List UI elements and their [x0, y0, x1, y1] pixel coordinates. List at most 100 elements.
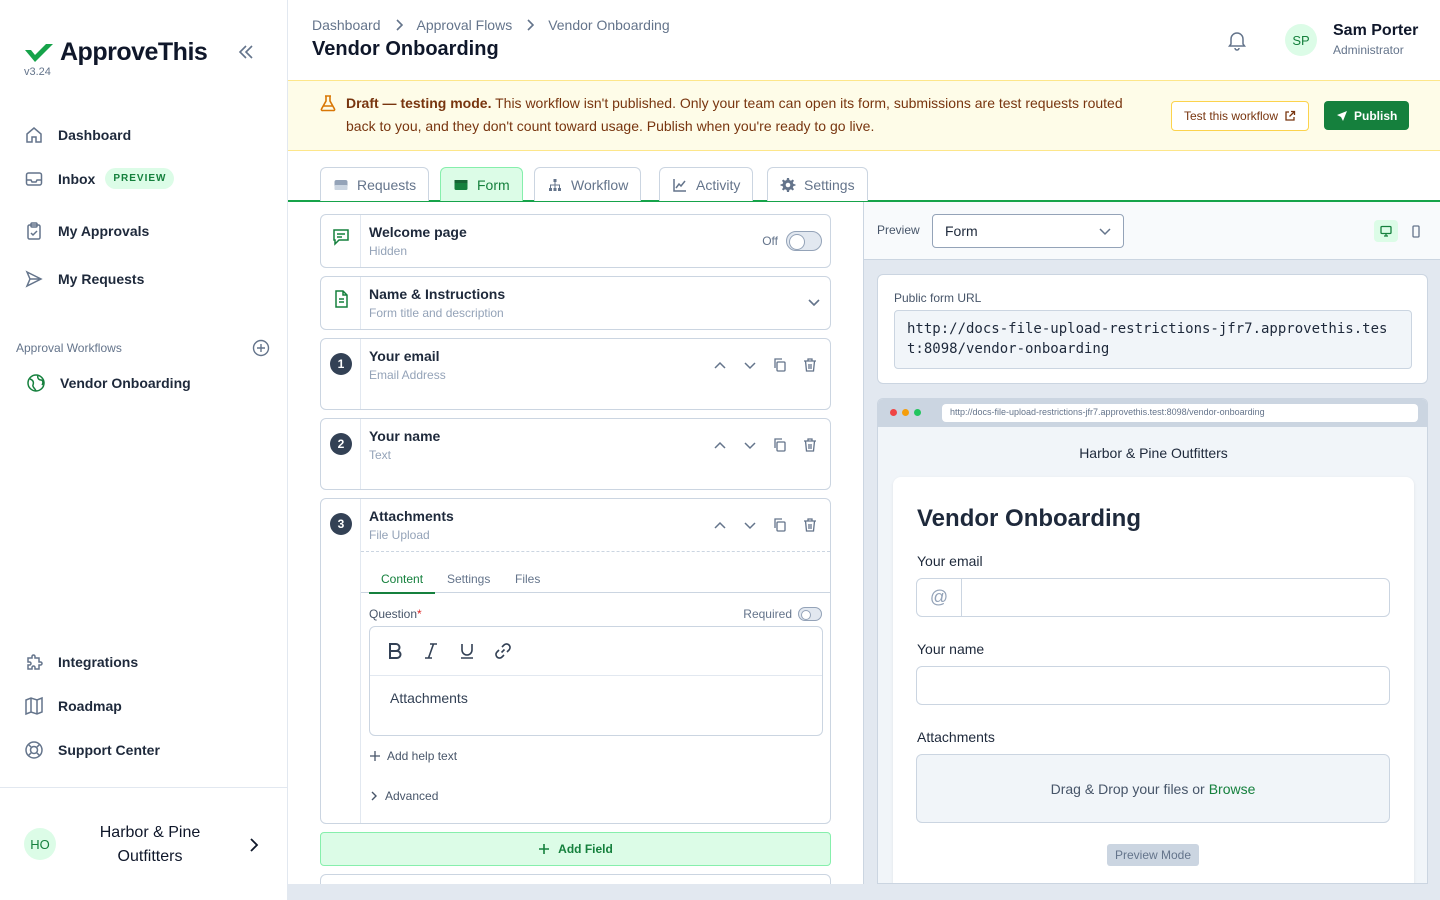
chevron-right-icon — [248, 838, 260, 852]
rocket-icon — [1337, 110, 1347, 121]
italic-icon[interactable] — [422, 642, 440, 660]
copy-icon[interactable] — [772, 518, 788, 532]
breadcrumb-approval-flows[interactable]: Approval Flows — [417, 17, 513, 33]
question-text[interactable]: Attachments — [370, 676, 822, 720]
flask-icon — [319, 94, 337, 112]
tab-activity[interactable]: Activity — [659, 167, 754, 201]
field-card-email[interactable]: 1 Your email Email Address — [320, 338, 831, 410]
browse-link[interactable]: Browse — [1209, 781, 1256, 797]
tab-label: Settings — [804, 176, 855, 193]
breadcrumb-dashboard[interactable]: Dashboard — [312, 17, 381, 33]
user-name[interactable]: Sam Porter — [1333, 22, 1418, 40]
add-help-text-label: Add help text — [387, 749, 458, 763]
field-number: 3 — [330, 513, 352, 535]
field-type: Email Address — [369, 368, 446, 382]
subtab-files[interactable]: Files — [515, 572, 540, 586]
sidebar-item-my-approvals[interactable]: My Approvals — [24, 221, 149, 241]
public-url-card: Public form URL http://docs-file-upload-… — [877, 274, 1428, 384]
welcome-toggle-group: Off — [762, 231, 822, 251]
tab-settings[interactable]: Settings — [767, 167, 868, 201]
test-workflow-button[interactable]: Test this workflow — [1171, 101, 1310, 131]
drop-text: Drag & Drop your files or — [1050, 780, 1205, 797]
copy-icon[interactable] — [772, 358, 788, 372]
chevron-down-icon[interactable] — [742, 518, 758, 532]
public-url-field[interactable]: http://docs-file-upload-restrictions-jfr… — [894, 310, 1412, 369]
welcome-page-card[interactable]: Welcome page Hidden Off — [320, 214, 831, 268]
preview-toolbar: Preview Form — [864, 202, 1440, 260]
tab-workflow[interactable]: Workflow — [534, 167, 642, 201]
add-workflow-icon[interactable] — [252, 339, 270, 357]
preview-label: Preview — [877, 223, 920, 237]
advanced-toggle[interactable]: Advanced — [369, 789, 438, 803]
sidebar: ApproveThis v3.24 Dashboard Inbox PREVIE… — [0, 0, 288, 900]
desktop-preview-icon[interactable] — [1374, 220, 1398, 242]
chevron-right-icon — [526, 19, 535, 31]
publish-button[interactable]: Publish — [1324, 101, 1410, 130]
top-header: Dashboard Approval Flows Vendor Onboardi… — [288, 0, 1440, 80]
document-icon — [331, 289, 351, 309]
tab-form[interactable]: Form — [440, 167, 523, 201]
tab-label: Activity — [696, 176, 741, 193]
underline-icon[interactable] — [458, 642, 476, 660]
file-dropzone[interactable]: Drag & Drop your files or Browse — [916, 754, 1390, 823]
collapse-sidebar-icon[interactable] — [236, 42, 256, 62]
chevron-up-icon[interactable] — [712, 518, 728, 532]
chevron-down-icon[interactable] — [742, 358, 758, 372]
trash-icon[interactable] — [802, 358, 818, 372]
sidebar-item-roadmap[interactable]: Roadmap — [24, 696, 122, 716]
add-help-text-button[interactable]: Add help text — [369, 749, 457, 763]
trash-icon[interactable] — [802, 438, 818, 452]
preview-select-value: Form — [945, 223, 978, 239]
copy-icon[interactable] — [772, 438, 788, 452]
sidebar-item-inbox[interactable]: Inbox PREVIEW — [24, 168, 175, 189]
mobile-preview-icon[interactable] — [1406, 220, 1426, 242]
add-field-button[interactable]: Add Field — [320, 832, 831, 866]
chevron-up-icon[interactable] — [712, 438, 728, 452]
name-instructions-card[interactable]: Name & Instructions Form title and descr… — [320, 276, 831, 330]
subtab-content[interactable]: Content — [369, 572, 436, 594]
banner-strong: Draft — testing mode. — [346, 95, 492, 111]
breadcrumb-vendor-onboarding[interactable]: Vendor Onboarding — [548, 17, 669, 33]
clipboard-check-icon — [27, 222, 41, 240]
chevron-down-icon[interactable] — [742, 438, 758, 452]
org-switcher[interactable]: HO Harbor & Pine Outfitters — [0, 787, 287, 900]
checkmark-logo-icon — [25, 43, 53, 62]
sidebar-item-integrations[interactable]: Integrations — [24, 652, 138, 672]
sidebar-item-dashboard[interactable]: Dashboard — [24, 125, 131, 145]
bell-icon[interactable] — [1226, 29, 1248, 51]
name-input[interactable] — [916, 666, 1390, 705]
sidebar-item-vendor-onboarding[interactable]: Vendor Onboarding — [26, 373, 191, 393]
app-logo[interactable]: ApproveThis — [24, 38, 208, 67]
name-label: Your name — [917, 641, 985, 657]
tab-requests[interactable]: Requests — [320, 167, 430, 201]
question-label: Question* — [369, 607, 422, 621]
email-label: Your email — [917, 553, 983, 569]
preview-select[interactable]: Form — [932, 214, 1124, 248]
user-avatar[interactable]: SP — [1285, 24, 1317, 56]
chevron-down-icon[interactable] — [808, 297, 820, 307]
question-editor[interactable]: Attachments — [369, 626, 823, 736]
field-number: 1 — [330, 353, 352, 375]
welcome-page-toggle[interactable] — [786, 231, 822, 251]
chevron-up-icon[interactable] — [712, 358, 728, 372]
trash-icon[interactable] — [802, 518, 818, 532]
field-card-attachments[interactable]: 3 Attachments File Upload Content Settin… — [320, 498, 831, 824]
field-subtabs: Content Settings Files — [361, 551, 830, 594]
add-field-label: Add Field — [558, 842, 613, 856]
sidebar-item-label: My Requests — [58, 271, 145, 287]
sidebar-item-my-requests[interactable]: My Requests — [24, 269, 144, 289]
bold-icon[interactable] — [386, 642, 404, 660]
link-icon[interactable] — [494, 642, 512, 660]
card-subtitle: Form title and description — [369, 306, 504, 320]
email-input[interactable]: @ — [916, 578, 1390, 617]
next-card-peek — [320, 874, 831, 884]
external-link-icon — [1285, 110, 1296, 121]
sidebar-item-support-center[interactable]: Support Center — [24, 740, 160, 760]
subtab-settings[interactable]: Settings — [447, 572, 490, 586]
field-card-name[interactable]: 2 Your name Text — [320, 418, 831, 490]
public-url-label: Public form URL — [894, 291, 982, 305]
browser-url: http://docs-file-upload-restrictions-jfr… — [942, 404, 1418, 422]
field-title: Your name — [369, 428, 441, 444]
field-title: Your email — [369, 348, 440, 364]
required-toggle[interactable] — [798, 607, 822, 621]
